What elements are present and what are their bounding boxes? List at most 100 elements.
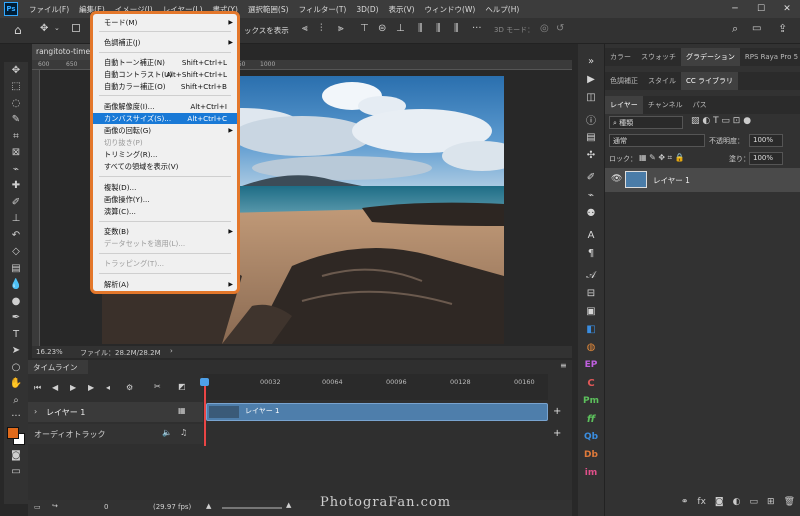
menu-3d[interactable]: 3D(D) [351, 5, 383, 14]
visibility-eye-icon[interactable]: 👁 [611, 174, 622, 184]
menu-view[interactable]: 表示(V) [384, 4, 420, 15]
zoom-out-icon[interactable]: ▲ [206, 502, 211, 510]
tab-cc-libraries[interactable]: CC ライブラリ [681, 72, 739, 90]
play-actions-icon[interactable]: ▶ [578, 70, 604, 88]
tab-swatches[interactable]: スウォッチ [636, 48, 681, 66]
menu-item-apply-image[interactable]: 画像操作(Y)... [93, 194, 237, 205]
play-icon[interactable]: ▶ [70, 383, 76, 392]
new-layer-icon[interactable]: ⊞ [767, 497, 775, 507]
pen-tool-icon[interactable]: ✒ [4, 310, 28, 327]
zoom-level[interactable]: 16.23% [36, 348, 63, 356]
pm-plugin-icon[interactable]: Pm [578, 392, 604, 410]
move-tool-icon[interactable]: ✥ [4, 62, 28, 79]
glyphs-icon[interactable]: 𝒜 [578, 266, 604, 284]
info-icon[interactable]: ⓘ [578, 110, 604, 128]
tab-color[interactable]: カラー [605, 48, 636, 66]
align-right-icon[interactable]: ⫸ [338, 23, 344, 34]
tab-paths[interactable]: パス [688, 96, 712, 114]
menu-item-image-size[interactable]: 画像解像度(I)... Alt+Ctrl+I [93, 101, 237, 112]
workspace-icon[interactable]: ▭ [752, 23, 761, 34]
opacity-input[interactable]: 100% [749, 134, 783, 147]
distribute-icon[interactable]: ⫼ [418, 23, 423, 34]
share-icon[interactable]: ⇪ [778, 22, 787, 35]
prev-frame-icon[interactable]: ◀ [52, 383, 58, 392]
paragraph-icon[interactable]: ¶ [578, 244, 604, 262]
image-filter-icon[interactable]: ▨ ◐ T ▭ ⊡ ● [691, 116, 751, 126]
menu-select[interactable]: 選択範囲(S) [243, 4, 294, 15]
c-plugin-icon[interactable]: C [578, 374, 604, 392]
histogram-icon[interactable]: ◫ [578, 88, 604, 106]
menu-item-auto-tone[interactable]: 自動トーン補正(N) Shift+Ctrl+L [93, 57, 237, 68]
blend-mode-select[interactable]: 通常 [609, 134, 705, 147]
tab-styles[interactable]: スタイル [643, 72, 681, 90]
menu-item-mode[interactable]: モード(M) ▶ [93, 17, 237, 28]
menu-item-crop[interactable]: 切り抜き(P) [93, 137, 237, 148]
hand-tool-icon[interactable]: ✋ [4, 376, 28, 393]
blur-tool-icon[interactable]: 💧 [4, 277, 28, 294]
zoom-slider[interactable] [222, 507, 282, 509]
audio-icon[interactable]: ◂ [106, 383, 110, 392]
tab-gradients[interactable]: グラデーション [681, 48, 740, 66]
gradient-tool-icon[interactable]: ▤ [4, 260, 28, 277]
fx-icon[interactable]: fx [697, 497, 706, 507]
panel-menu-icon[interactable]: ≡ [560, 361, 567, 370]
eyedropper-tool-icon[interactable]: ⌁ [4, 161, 28, 178]
character-icon[interactable]: A [578, 226, 604, 244]
clone-source-icon[interactable]: ⚉ [578, 204, 604, 222]
menu-item-calculations[interactable]: 演算(C)... [93, 206, 237, 217]
expand-arrow-icon[interactable]: › [34, 407, 37, 416]
more-tools-icon[interactable]: ··· [4, 409, 28, 426]
menu-item-adjustments[interactable]: 色調補正(J) ▶ [93, 37, 237, 48]
layer-comps-icon[interactable]: ◍ [578, 338, 604, 356]
marquee-tool-icon[interactable]: ⬚ [4, 79, 28, 96]
path-select-icon[interactable]: ➤ [4, 343, 28, 360]
menu-item-auto-contrast[interactable]: 自動コントラスト(U) Alt+Shift+Ctrl+L [93, 69, 237, 80]
libraries-icon[interactable]: ▣ [578, 302, 604, 320]
menu-item-canvas-size[interactable]: カンバスサイズ(S)... Alt+Ctrl+C [93, 113, 237, 124]
quick-mask-icon[interactable]: ◙ [4, 447, 28, 464]
qb-plugin-icon[interactable]: Qb [578, 428, 604, 446]
align-middle-icon[interactable]: ⊜ [378, 23, 386, 34]
stamp-tool-icon[interactable]: ⊥ [4, 211, 28, 228]
history-brush-icon[interactable]: ↶ [4, 227, 28, 244]
im-plugin-icon[interactable]: im [578, 464, 604, 482]
lock-icons[interactable]: ▦ ✎ ✥ ⌗ 🔒 [639, 153, 685, 163]
history-icon[interactable]: ▤ [578, 128, 604, 146]
menu-item-variables[interactable]: 変数(B) ▶ [93, 226, 237, 237]
trash-icon[interactable]: 🗑 [784, 497, 795, 507]
align-center-icon[interactable]: ⫶ [320, 23, 323, 34]
quick-select-tool-icon[interactable]: ✎ [4, 112, 28, 129]
navigator-icon[interactable]: ✣ [578, 146, 604, 164]
split-icon[interactable]: ✂ [154, 382, 161, 391]
menu-item-trap[interactable]: トラッピング(T)... [93, 258, 237, 269]
menu-item-auto-color[interactable]: 自動カラー補正(O) Shift+Ctrl+B [93, 81, 237, 92]
brush-tool-icon[interactable]: ✐ [4, 194, 28, 211]
playhead[interactable] [204, 380, 206, 446]
menu-help[interactable]: ヘルプ(H) [480, 4, 524, 15]
close-icon[interactable]: ✕ [774, 0, 800, 18]
frame-tool-icon[interactable]: ⊠ [4, 145, 28, 162]
zoom-tool-icon[interactable]: ⌕ [4, 392, 28, 409]
menu-filter[interactable]: フィルター(T) [294, 4, 352, 15]
align-left-icon[interactable]: ⫷ [302, 23, 308, 34]
playhead-handle[interactable] [200, 378, 209, 386]
first-frame-icon[interactable]: ⏮ [34, 383, 41, 393]
add-audio-icon[interactable]: + [553, 428, 561, 439]
film-icon[interactable]: ▭ [34, 503, 41, 511]
timeline-layer-row[interactable]: › レイヤー 1 ▦ [28, 402, 203, 422]
menu-item-rotate[interactable]: 画像の回転(G) ▶ [93, 125, 237, 136]
distribute-h-icon[interactable]: ⫼ [454, 23, 459, 34]
settings-icon[interactable]: ⚙ [126, 383, 133, 392]
next-frame-icon[interactable]: ▶ [88, 383, 94, 392]
menu-item-apply-dataset[interactable]: データセットを適用(L)... [93, 238, 237, 249]
timeline-tab[interactable]: タイムライン [28, 360, 88, 374]
minimize-icon[interactable]: ─ [722, 0, 748, 18]
3d-orbit-icon[interactable]: ◎ [540, 23, 549, 34]
eraser-tool-icon[interactable]: ◇ [4, 244, 28, 261]
menu-item-trim[interactable]: トリミング(R)... [93, 149, 237, 160]
tab-adjustments[interactable]: 色調補正 [605, 72, 643, 90]
dodge-tool-icon[interactable]: ● [4, 293, 28, 310]
timeline-audio-row[interactable]: オーディオトラック 🔈 ♫ [28, 424, 203, 444]
render-icon[interactable]: ↪ [52, 502, 58, 510]
adjustment-icon[interactable]: ◐ [733, 497, 741, 507]
